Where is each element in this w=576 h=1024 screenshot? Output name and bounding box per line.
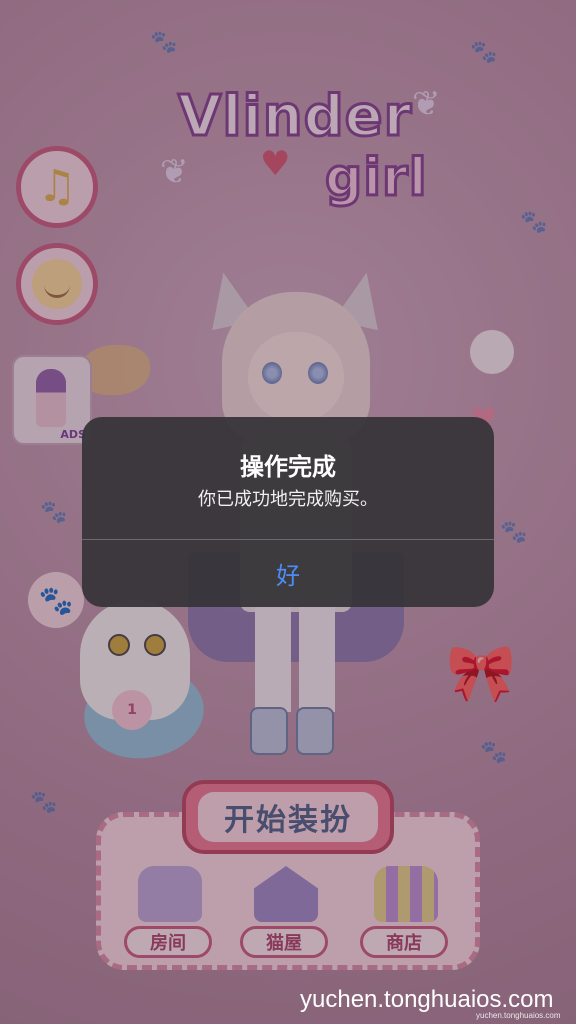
watermark: yuchen.tonghuaios.com [300,986,554,1013]
watermark-small: yuchen.tonghuaios.com [476,1011,561,1020]
purchase-complete-alert: 操作完成 你已成功地完成购买。 好 [82,417,494,607]
alert-message: 你已成功地完成购买。 [198,489,378,510]
alert-ok-button[interactable]: 好 [82,540,494,607]
alert-title: 操作完成 [240,453,336,481]
